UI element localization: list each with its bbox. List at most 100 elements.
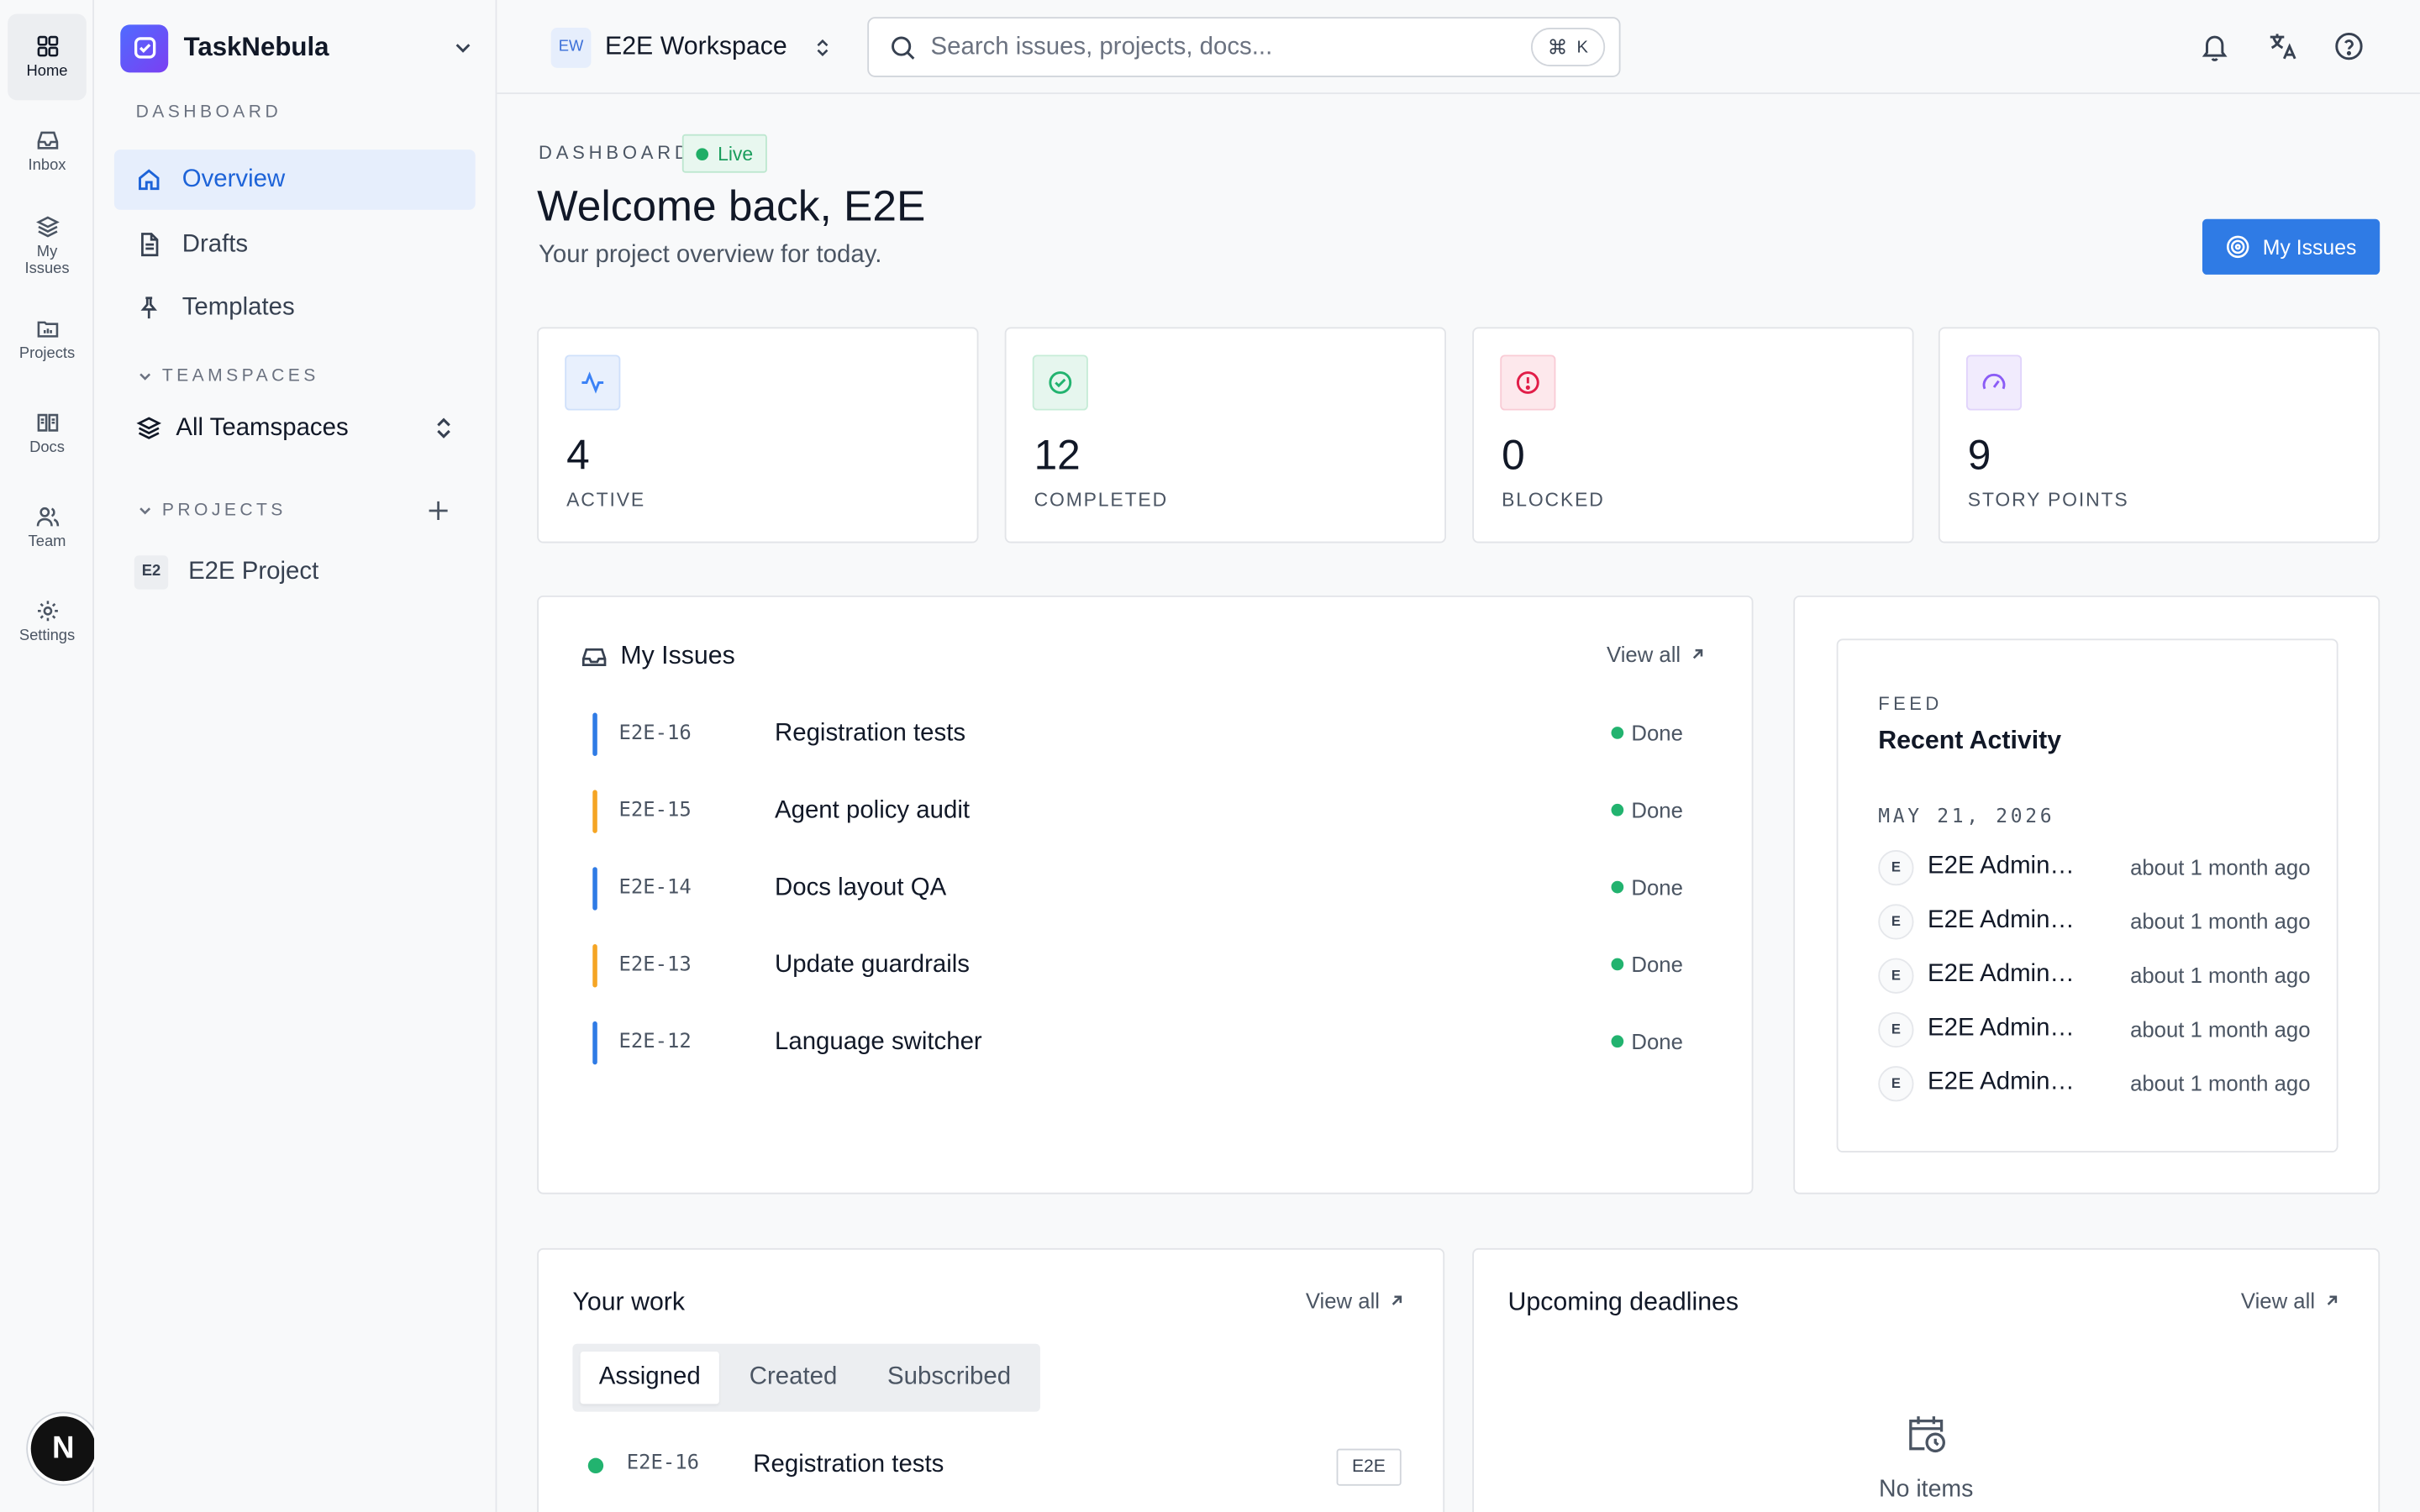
workspace-select[interactable]: EW E2E Workspace: [550, 26, 834, 68]
issue-title: Language switcher: [775, 1029, 982, 1056]
issue-row[interactable]: E2E-15 Agent policy audit Done: [592, 789, 1703, 835]
issue-status: Done: [1611, 1029, 1683, 1053]
activity-row[interactable]: E E2E Admin User about 1 month ago: [1878, 957, 2311, 994]
layers-icon: [136, 417, 162, 439]
folder-chart-icon: [36, 321, 58, 338]
activity-row[interactable]: E E2E Admin User about 1 month ago: [1878, 1011, 2311, 1047]
bell-icon[interactable]: [2197, 29, 2231, 63]
page-title: Welcome back, E2E: [537, 181, 926, 230]
project-name: E2E Project: [188, 557, 319, 585]
stat-card-story-points[interactable]: 9 STORY POINTS: [1938, 327, 2381, 543]
rail-team[interactable]: Team: [8, 485, 87, 571]
issue-key: E2E-14: [618, 876, 692, 900]
file-icon: [141, 233, 159, 257]
workspace-switcher[interactable]: TaskNebula: [120, 24, 475, 73]
rail-inbox[interactable]: Inbox: [8, 108, 87, 195]
status-label: Done: [1631, 874, 1683, 900]
target-icon: [2227, 235, 2249, 259]
stat-icon-box: [1965, 354, 2023, 411]
stat-label: ACTIVE: [566, 489, 646, 511]
my-issues-button[interactable]: My Issues: [2202, 218, 2381, 275]
tab-created[interactable]: Created: [725, 1352, 861, 1404]
sidebar-item-drafts[interactable]: Drafts: [114, 214, 476, 275]
teamspace-select[interactable]: All Teamspaces: [114, 398, 476, 459]
section-label-dashboard: DASHBOARD: [135, 103, 282, 123]
activity-user: E2E Admin User: [1928, 906, 2079, 934]
avatar: E: [1878, 849, 1914, 885]
avatar: E: [1878, 957, 1914, 993]
tab-subscribed[interactable]: Subscribed: [867, 1352, 1031, 1404]
deadlines-view-all[interactable]: View all: [2241, 1289, 2340, 1313]
rail-docs[interactable]: Docs: [8, 391, 87, 477]
teamspace-select-value: All Teamspaces: [176, 414, 349, 441]
add-project-icon[interactable]: [426, 498, 450, 522]
user-avatar[interactable]: N: [30, 1416, 96, 1482]
live-badge: Live: [681, 134, 767, 173]
activity-user: E2E Admin User: [1928, 961, 2079, 988]
stat-card-completed[interactable]: 12 COMPLETED: [1004, 327, 1446, 543]
chevron-down-icon: [139, 507, 151, 515]
activity-row[interactable]: E E2E Admin User about 1 month ago: [1878, 848, 2311, 885]
users-icon: [35, 507, 59, 527]
stat-label: COMPLETED: [1034, 489, 1169, 511]
sidebar-item-label: Overview: [182, 165, 286, 192]
work-row[interactable]: E2E-16 Registration tests E2E: [572, 1442, 1406, 1488]
rail-home[interactable]: Home: [8, 13, 87, 101]
sidebar-item-project[interactable]: E2 E2E Project: [114, 542, 476, 602]
top-bar: EW E2E Workspace ⌘ K: [497, 0, 2420, 95]
tab-assigned[interactable]: Assigned: [580, 1351, 719, 1404]
live-dot: [696, 147, 709, 160]
issue-row[interactable]: E2E-14 Docs layout QA Done: [592, 865, 1703, 911]
main-content: DASHBOARD Live Welcome back, E2E Your pr…: [497, 94, 2420, 1512]
rail-settings[interactable]: Settings: [8, 579, 87, 665]
chevron-down-icon[interactable]: [450, 35, 475, 60]
issue-title: Agent policy audit: [775, 797, 971, 824]
gauge-icon: [1982, 373, 2006, 390]
calendar-clock-icon: [1909, 1416, 1945, 1453]
stat-label: STORY POINTS: [1967, 489, 2129, 511]
help-icon[interactable]: [2332, 29, 2365, 63]
rail-my-issues[interactable]: My Issues: [8, 205, 87, 286]
check-square-icon: [134, 37, 155, 59]
live-label: Live: [718, 142, 754, 165]
activity-row[interactable]: E E2E Admin User about 1 month ago: [1878, 1064, 2311, 1101]
sidebar-item-label: Drafts: [182, 230, 249, 257]
projects-header[interactable]: PROJECTS: [137, 501, 286, 520]
home-icon: [139, 169, 160, 191]
my-issues-button-label: My Issues: [2262, 235, 2357, 259]
avatar: E: [1878, 903, 1914, 939]
chevron-down-icon: [139, 373, 151, 381]
issue-row[interactable]: E2E-13 Update guardrails Done: [592, 942, 1703, 989]
issue-row[interactable]: E2E-16 Registration tests Done: [592, 711, 1703, 758]
deadlines-empty: No items: [1879, 1476, 1974, 1503]
issue-status: Done: [1611, 721, 1683, 745]
stat-card-blocked[interactable]: 0 BLOCKED: [1472, 327, 1914, 543]
translate-icon[interactable]: [2265, 29, 2299, 63]
section-label-teamspaces: TEAMSPACES: [161, 367, 319, 386]
shortcut-key: K: [1576, 37, 1588, 57]
inbox-icon: [581, 648, 607, 666]
teamspaces-header[interactable]: TEAMSPACES: [137, 367, 318, 386]
activity-row[interactable]: E E2E Admin User about 1 month ago: [1878, 902, 2311, 939]
sidebar-item-templates[interactable]: Templates: [114, 278, 476, 339]
feed-eyebrow: FEED: [1878, 692, 1943, 715]
activity-user: E2E Admin User: [1928, 853, 2079, 879]
search-input[interactable]: [930, 33, 1518, 61]
brand-logo: [120, 24, 169, 72]
search-box[interactable]: ⌘ K: [867, 17, 1621, 77]
status-label: Done: [1631, 797, 1683, 822]
avatar: E: [1878, 1011, 1914, 1047]
my-issues-view-all[interactable]: View all: [1607, 642, 1706, 666]
rail-label: Settings: [18, 627, 76, 645]
rail-projects[interactable]: Projects: [8, 297, 87, 383]
feed-title: Recent Activity: [1878, 727, 2062, 755]
view-all-label: View all: [1305, 1288, 1381, 1314]
stat-card-active[interactable]: 4 ACTIVE: [537, 327, 979, 543]
brand-name: TaskNebula: [183, 32, 329, 62]
activity-icon: [581, 371, 604, 394]
issue-row[interactable]: E2E-12 Language switcher Done: [592, 1020, 1703, 1066]
your-work-view-all[interactable]: View all: [1306, 1289, 1405, 1313]
project-badge: E2: [134, 554, 169, 589]
priority-bar: [592, 1021, 597, 1065]
sidebar-item-overview[interactable]: Overview: [113, 150, 476, 210]
